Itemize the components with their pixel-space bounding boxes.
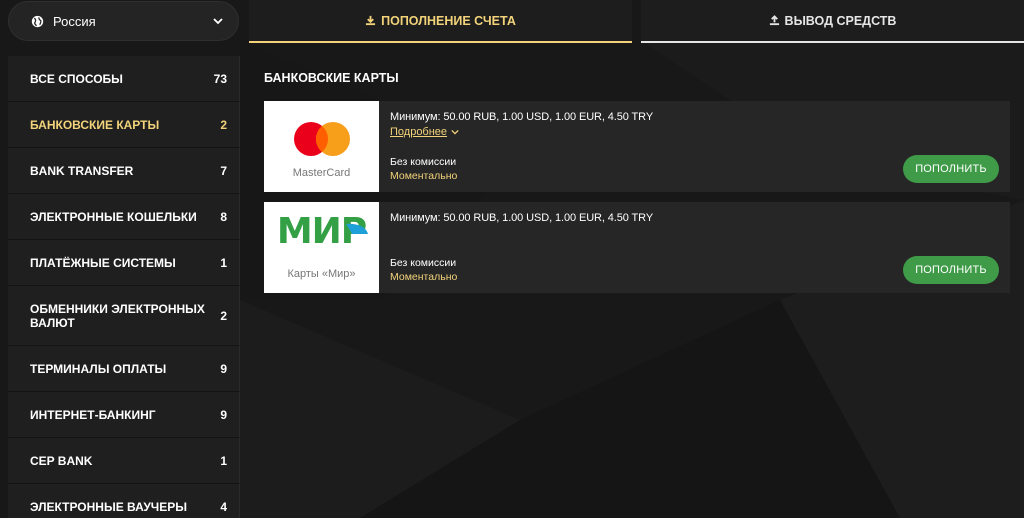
tab-deposit[interactable]: ПОПОЛНЕНИЕ СЧЕТА xyxy=(249,0,632,43)
category-label: ОБМЕННИКИ ЭЛЕКТРОННЫХ ВАЛЮТ xyxy=(30,301,205,330)
method-info: Минимум: 50.00 RUB, 1.00 USD, 1.00 EUR, … xyxy=(390,212,653,224)
section-title: БАНКОВСКИЕ КАРТЫ xyxy=(264,71,399,85)
category-count: 2 xyxy=(220,308,227,323)
mir-swoosh-icon xyxy=(346,223,368,234)
category-cep-bank[interactable]: CEP BANK 1 xyxy=(8,438,240,484)
category-bank-transfer[interactable]: BANK TRANSFER 7 xyxy=(8,148,240,194)
method-info: Минимум: 50.00 RUB, 1.00 USD, 1.00 EUR, … xyxy=(390,111,653,138)
category-count: 9 xyxy=(220,361,227,376)
speed-text: Моментально xyxy=(390,271,458,283)
minimum-amounts: Минимум: 50.00 RUB, 1.00 USD, 1.00 EUR, … xyxy=(390,212,654,224)
logo-caption: Карты «Мир» xyxy=(287,268,356,280)
category-internet-banking[interactable]: ИНТЕРНЕТ-БАНКИНГ 9 xyxy=(8,392,240,438)
category-list: ВСЕ СПОСОБЫ 73 БАНКОВСКИЕ КАРТЫ 2 BANK T… xyxy=(8,56,240,518)
deposit-button[interactable]: ПОПОЛНИТЬ xyxy=(903,256,999,284)
category-all[interactable]: ВСЕ СПОСОБЫ 73 xyxy=(8,56,240,102)
speed-text: Моментально xyxy=(390,170,458,182)
more-link-label: Подробнее xyxy=(390,126,448,138)
download-icon xyxy=(366,15,376,26)
mastercard-logo-icon xyxy=(294,122,350,156)
minimum-amounts: Минимум: 50.00 RUB, 1.00 USD, 1.00 EUR, … xyxy=(390,111,654,123)
country-value: Россия xyxy=(53,13,96,29)
payment-method-mir: МИР Карты «Мир» Минимум: 50.00 RUB, 1.00… xyxy=(264,202,1010,293)
category-label: БАНКОВСКИЕ КАРТЫ xyxy=(30,117,160,132)
mastercard-logo: MasterCard xyxy=(264,101,379,192)
category-count: 73 xyxy=(213,71,227,86)
payment-method-mastercard: MasterCard Минимум: 50.00 RUB, 1.00 USD,… xyxy=(264,101,1010,192)
category-terminals[interactable]: ТЕРМИНАЛЫ ОПЛАТЫ 9 xyxy=(8,346,240,392)
category-label: ЭЛЕКТРОННЫЕ КОШЕЛЬКИ xyxy=(30,209,197,224)
chevron-down-icon xyxy=(451,129,459,135)
category-count: 1 xyxy=(220,255,227,270)
category-bank-cards[interactable]: БАНКОВСКИЕ КАРТЫ 2 xyxy=(8,102,240,148)
globe-icon xyxy=(31,15,44,27)
category-label: BANK TRANSFER xyxy=(30,163,134,178)
category-label: ТЕРМИНАЛЫ ОПЛАТЫ xyxy=(30,361,167,376)
category-count: 9 xyxy=(220,407,227,422)
category-label: ВСЕ СПОСОБЫ xyxy=(30,71,123,86)
tab-label: ПОПОЛНЕНИЕ СЧЕТА xyxy=(381,13,516,28)
mir-logo: МИР Карты «Мир» xyxy=(264,202,379,293)
category-count: 2 xyxy=(220,117,227,132)
category-count: 4 xyxy=(220,499,227,514)
category-label: ЭЛЕКТРОННЫЕ ВАУЧЕРЫ xyxy=(30,499,187,514)
more-link[interactable]: Подробнее xyxy=(390,126,459,138)
upload-icon xyxy=(769,15,779,26)
category-label: CEP BANK xyxy=(30,453,93,468)
category-count: 7 xyxy=(220,163,227,178)
deposit-button[interactable]: ПОПОЛНИТЬ xyxy=(903,155,999,183)
country-select[interactable]: Россия xyxy=(8,1,239,41)
fee-text: Без комиссии xyxy=(390,156,457,168)
chevron-down-icon xyxy=(213,18,223,25)
category-count: 8 xyxy=(220,209,227,224)
tab-withdraw[interactable]: ВЫВОД СРЕДСТВ xyxy=(641,0,1024,43)
category-label: ИНТЕРНЕТ-БАНКИНГ xyxy=(30,407,156,422)
fee-text: Без комиссии xyxy=(390,257,457,269)
tab-label: ВЫВОД СРЕДСТВ xyxy=(784,13,897,28)
category-payment-systems[interactable]: ПЛАТЁЖНЫЕ СИСТЕМЫ 1 xyxy=(8,240,240,286)
logo-caption: MasterCard xyxy=(292,167,351,179)
category-e-wallets[interactable]: ЭЛЕКТРОННЫЕ КОШЕЛЬКИ 8 xyxy=(8,194,240,240)
category-exchangers[interactable]: ОБМЕННИКИ ЭЛЕКТРОННЫХ ВАЛЮТ 2 xyxy=(8,286,240,346)
category-vouchers[interactable]: ЭЛЕКТРОННЫЕ ВАУЧЕРЫ 4 xyxy=(8,484,240,518)
category-label: ПЛАТЁЖНЫЕ СИСТЕМЫ xyxy=(30,255,176,270)
category-count: 1 xyxy=(220,453,227,468)
